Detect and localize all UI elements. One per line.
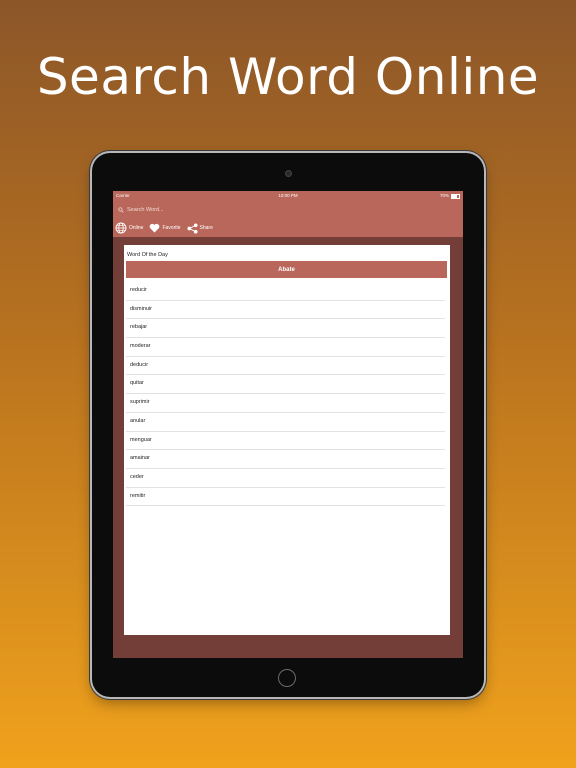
list-item[interactable]: anular [126, 413, 445, 432]
status-time: 10:00 PM [278, 193, 298, 198]
share-label: Share [199, 225, 213, 231]
favorite-button[interactable]: Favorite [149, 223, 181, 233]
favorite-label: Favorite [162, 225, 181, 231]
battery-indicator: 70% [440, 191, 460, 201]
heart-icon [150, 223, 160, 233]
word-of-day-card: Word Of the Day Abate reducir disminuir … [124, 245, 450, 635]
search-icon [118, 207, 124, 213]
word-of-day-header[interactable]: Abate [126, 261, 447, 278]
list-item[interactable]: amainar [126, 450, 445, 469]
list-item[interactable]: menguar [126, 432, 445, 451]
card-title: Word Of the Day [127, 252, 168, 258]
toolbar: Online Favorite Share [113, 219, 463, 237]
search-bar[interactable] [113, 201, 463, 219]
search-input[interactable] [127, 207, 427, 213]
share-icon [186, 222, 198, 234]
list-item[interactable]: deducir [126, 357, 445, 376]
share-button[interactable]: Share [186, 222, 213, 234]
synonym-list: reducir disminuir rebajar moderar deduci… [126, 282, 445, 507]
list-item[interactable]: suprimir [126, 394, 445, 413]
headline: Search Word Online [36, 48, 540, 106]
list-item[interactable]: rebajar [126, 319, 445, 339]
list-item[interactable]: reducir [126, 282, 445, 301]
globe-icon [115, 222, 127, 234]
online-button[interactable]: Online [115, 222, 143, 234]
tablet-frame: Carrier 10:00 PM 70% Search Word... Onli… [92, 153, 484, 697]
list-item[interactable]: quitar [126, 375, 445, 395]
home-button[interactable] [278, 669, 296, 687]
battery-icon [451, 193, 460, 199]
list-item[interactable]: disminuir [126, 301, 445, 320]
status-bar: Carrier 10:00 PM 70% [113, 191, 463, 201]
battery-percent: 70% [439, 193, 449, 198]
online-label: Online [129, 225, 144, 231]
list-item[interactable]: moderar [126, 338, 445, 357]
camera [285, 170, 292, 177]
app-screen: Carrier 10:00 PM 70% Search Word... Onli… [113, 191, 463, 658]
list-item[interactable]: ceder [126, 469, 445, 488]
list-item[interactable]: remitir [126, 488, 445, 507]
